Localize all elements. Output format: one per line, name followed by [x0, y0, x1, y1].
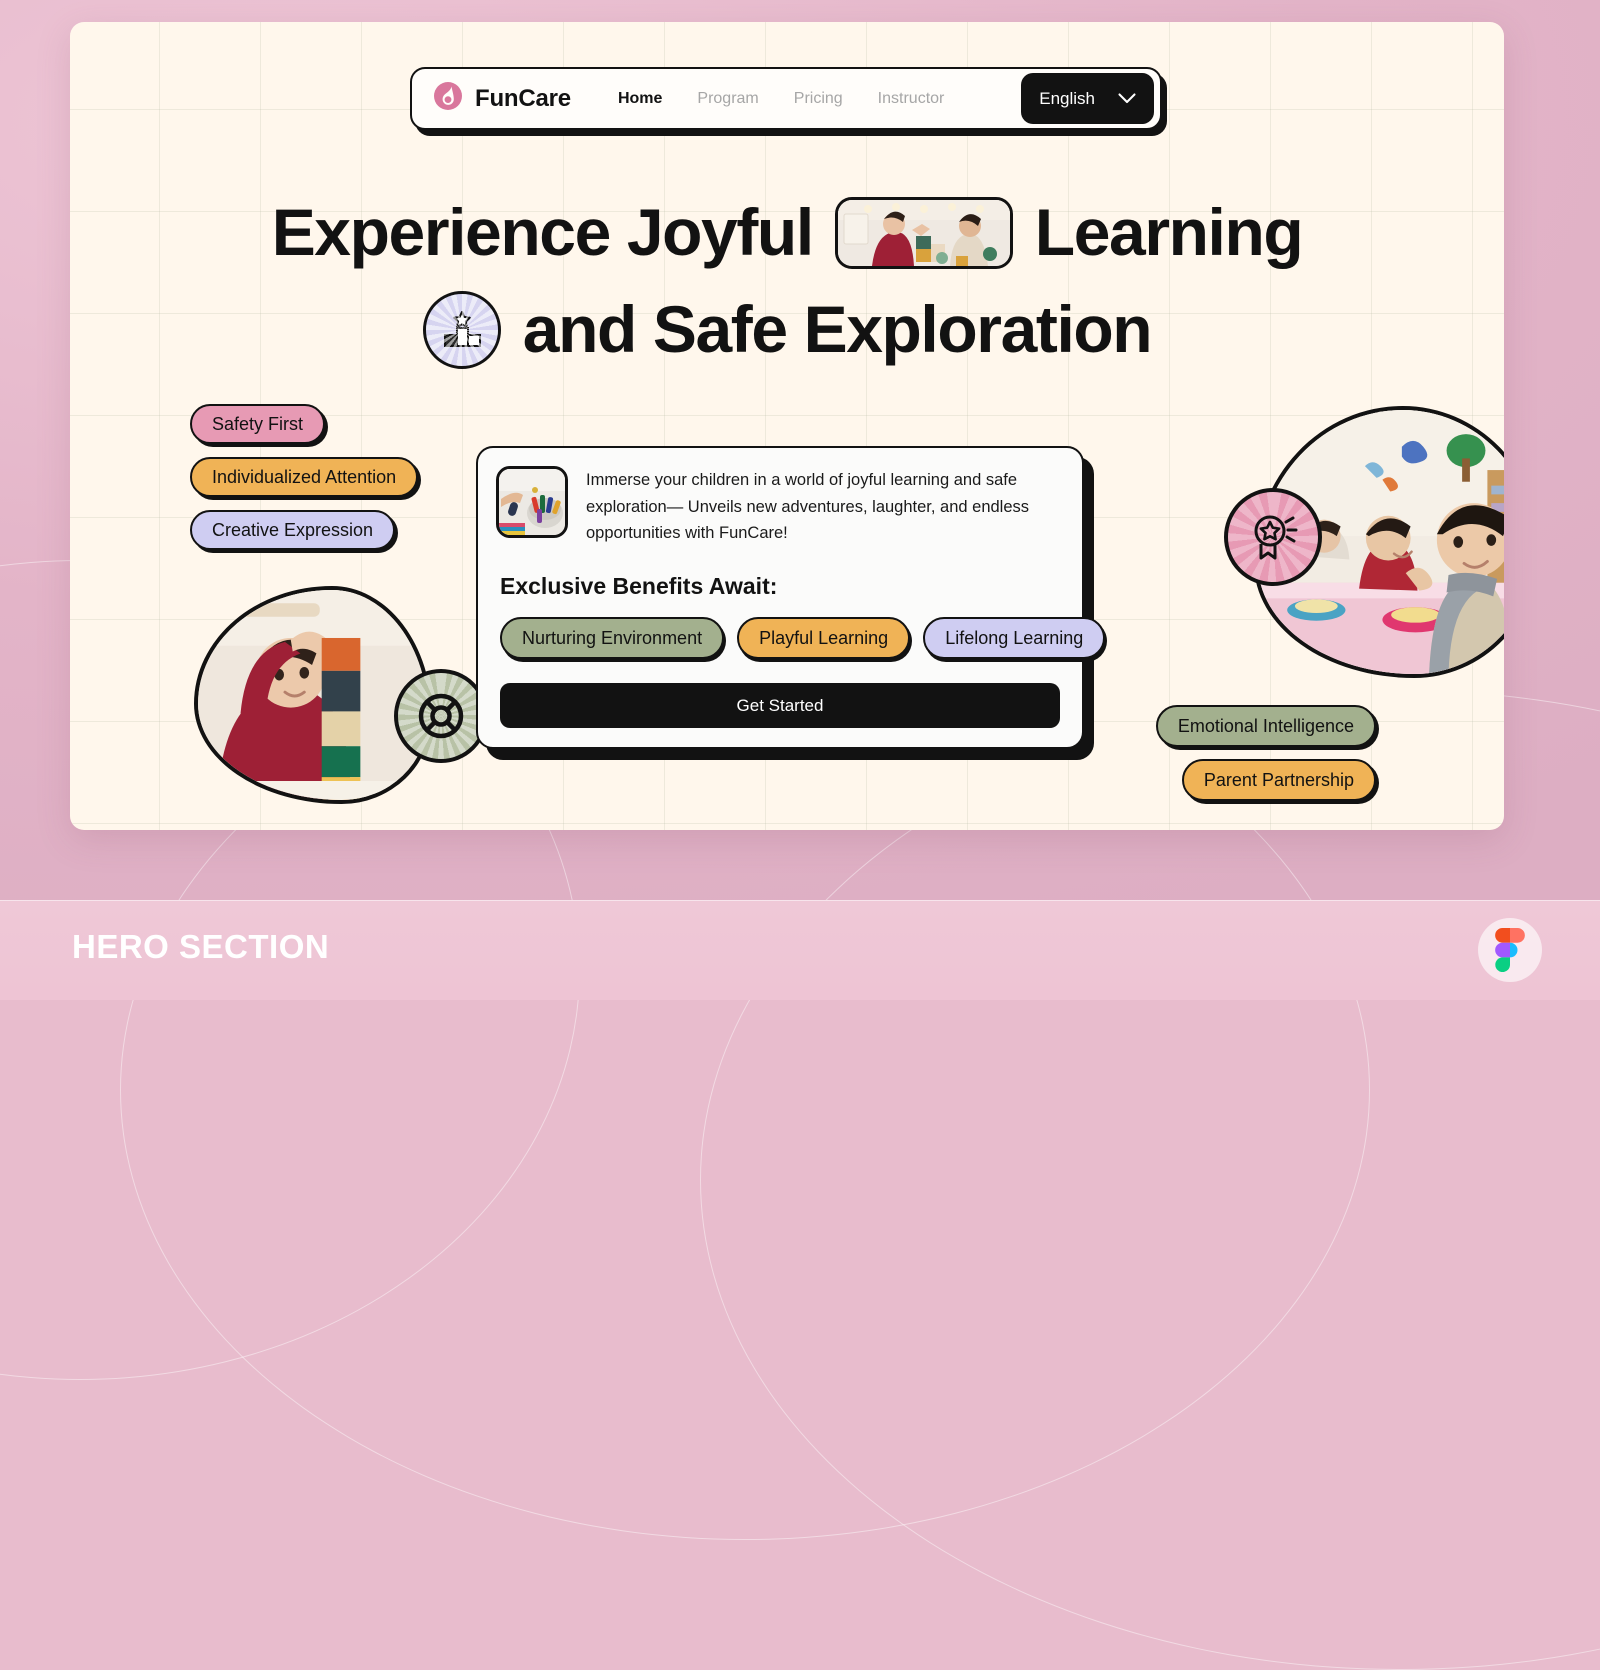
chip-parent-partnership[interactable]: Parent Partnership: [1181, 759, 1376, 801]
nav-links: Home Program Pricing Instructor: [618, 90, 944, 108]
figma-icon: [1478, 918, 1542, 982]
offer-card: Immerse your children in a world of joyf…: [476, 446, 1106, 750]
decor-arc-3: [700, 690, 1600, 1670]
chevron-down-icon: [1118, 89, 1136, 109]
benefits-title: Exclusive Benefits Await:: [500, 573, 778, 600]
headline-inline-photo: [834, 197, 1013, 269]
headline-part-1: Experience Joyful: [271, 195, 815, 270]
card-thumbnail: [496, 466, 568, 538]
get-started-button[interactable]: Get Started: [500, 683, 1060, 729]
photo-children-blocks: [837, 200, 1010, 266]
chip-nurturing-environment[interactable]: Nurturing Environment: [500, 617, 725, 660]
photo-toddler-blocks: [194, 586, 432, 804]
award-ribbon-star-icon: [1224, 488, 1322, 586]
card-description: Immerse your children in a world of joyf…: [586, 471, 1030, 543]
right-feature-chips: Emotional Intelligence Parent Partnershi…: [1155, 705, 1376, 801]
headline-part-3: and Safe Exploration: [522, 292, 1153, 367]
chip-emotional-intelligence[interactable]: Emotional Intelligence: [1155, 705, 1376, 747]
photo-crayons: [499, 469, 565, 535]
left-feature-chips: Safety First Individualized Attention Cr…: [190, 404, 419, 550]
language-selector[interactable]: English: [1021, 73, 1154, 124]
left-blob-photo: [190, 578, 488, 810]
right-blob-photo: [1190, 400, 1504, 682]
brand-logo[interactable]: FunCare: [432, 80, 571, 117]
card-header: Immerse your children in a world of joyf…: [496, 466, 1064, 547]
podium-star-icon: [422, 291, 501, 369]
benefit-chips: Nurturing Environment Playful Learning L…: [496, 617, 1106, 660]
nav-link-instructor[interactable]: Instructor: [878, 90, 945, 108]
chip-lifelong-learning[interactable]: Lifelong Learning: [923, 617, 1106, 660]
headline-part-2: Learning: [1034, 195, 1304, 270]
page-title: Experience Joyful Learning and Safe Expl…: [70, 197, 1504, 369]
chip-creative-expression[interactable]: Creative Expression: [190, 510, 396, 550]
brand-name: FunCare: [475, 84, 571, 112]
headline-line-1: Experience Joyful Learning: [70, 197, 1504, 269]
chip-safety-first[interactable]: Safety First: [190, 404, 326, 444]
lifebuoy-icon: [394, 669, 488, 763]
nav-link-program[interactable]: Program: [697, 90, 758, 108]
chip-individualized-attention[interactable]: Individualized Attention: [190, 457, 419, 497]
section-caption: HERO SECTION: [72, 928, 330, 965]
headline-line-2: and Safe Exploration: [70, 291, 1504, 369]
navbar: FunCare Home Program Pricing Instructor …: [410, 67, 1162, 130]
language-label: English: [1039, 88, 1095, 108]
nav-link-pricing[interactable]: Pricing: [794, 90, 843, 108]
chip-playful-learning[interactable]: Playful Learning: [737, 617, 911, 660]
funcare-droplet-logo-icon: [432, 80, 464, 117]
hero-section-canvas: FunCare Home Program Pricing Instructor …: [70, 22, 1504, 830]
nav-link-home[interactable]: Home: [618, 90, 662, 108]
